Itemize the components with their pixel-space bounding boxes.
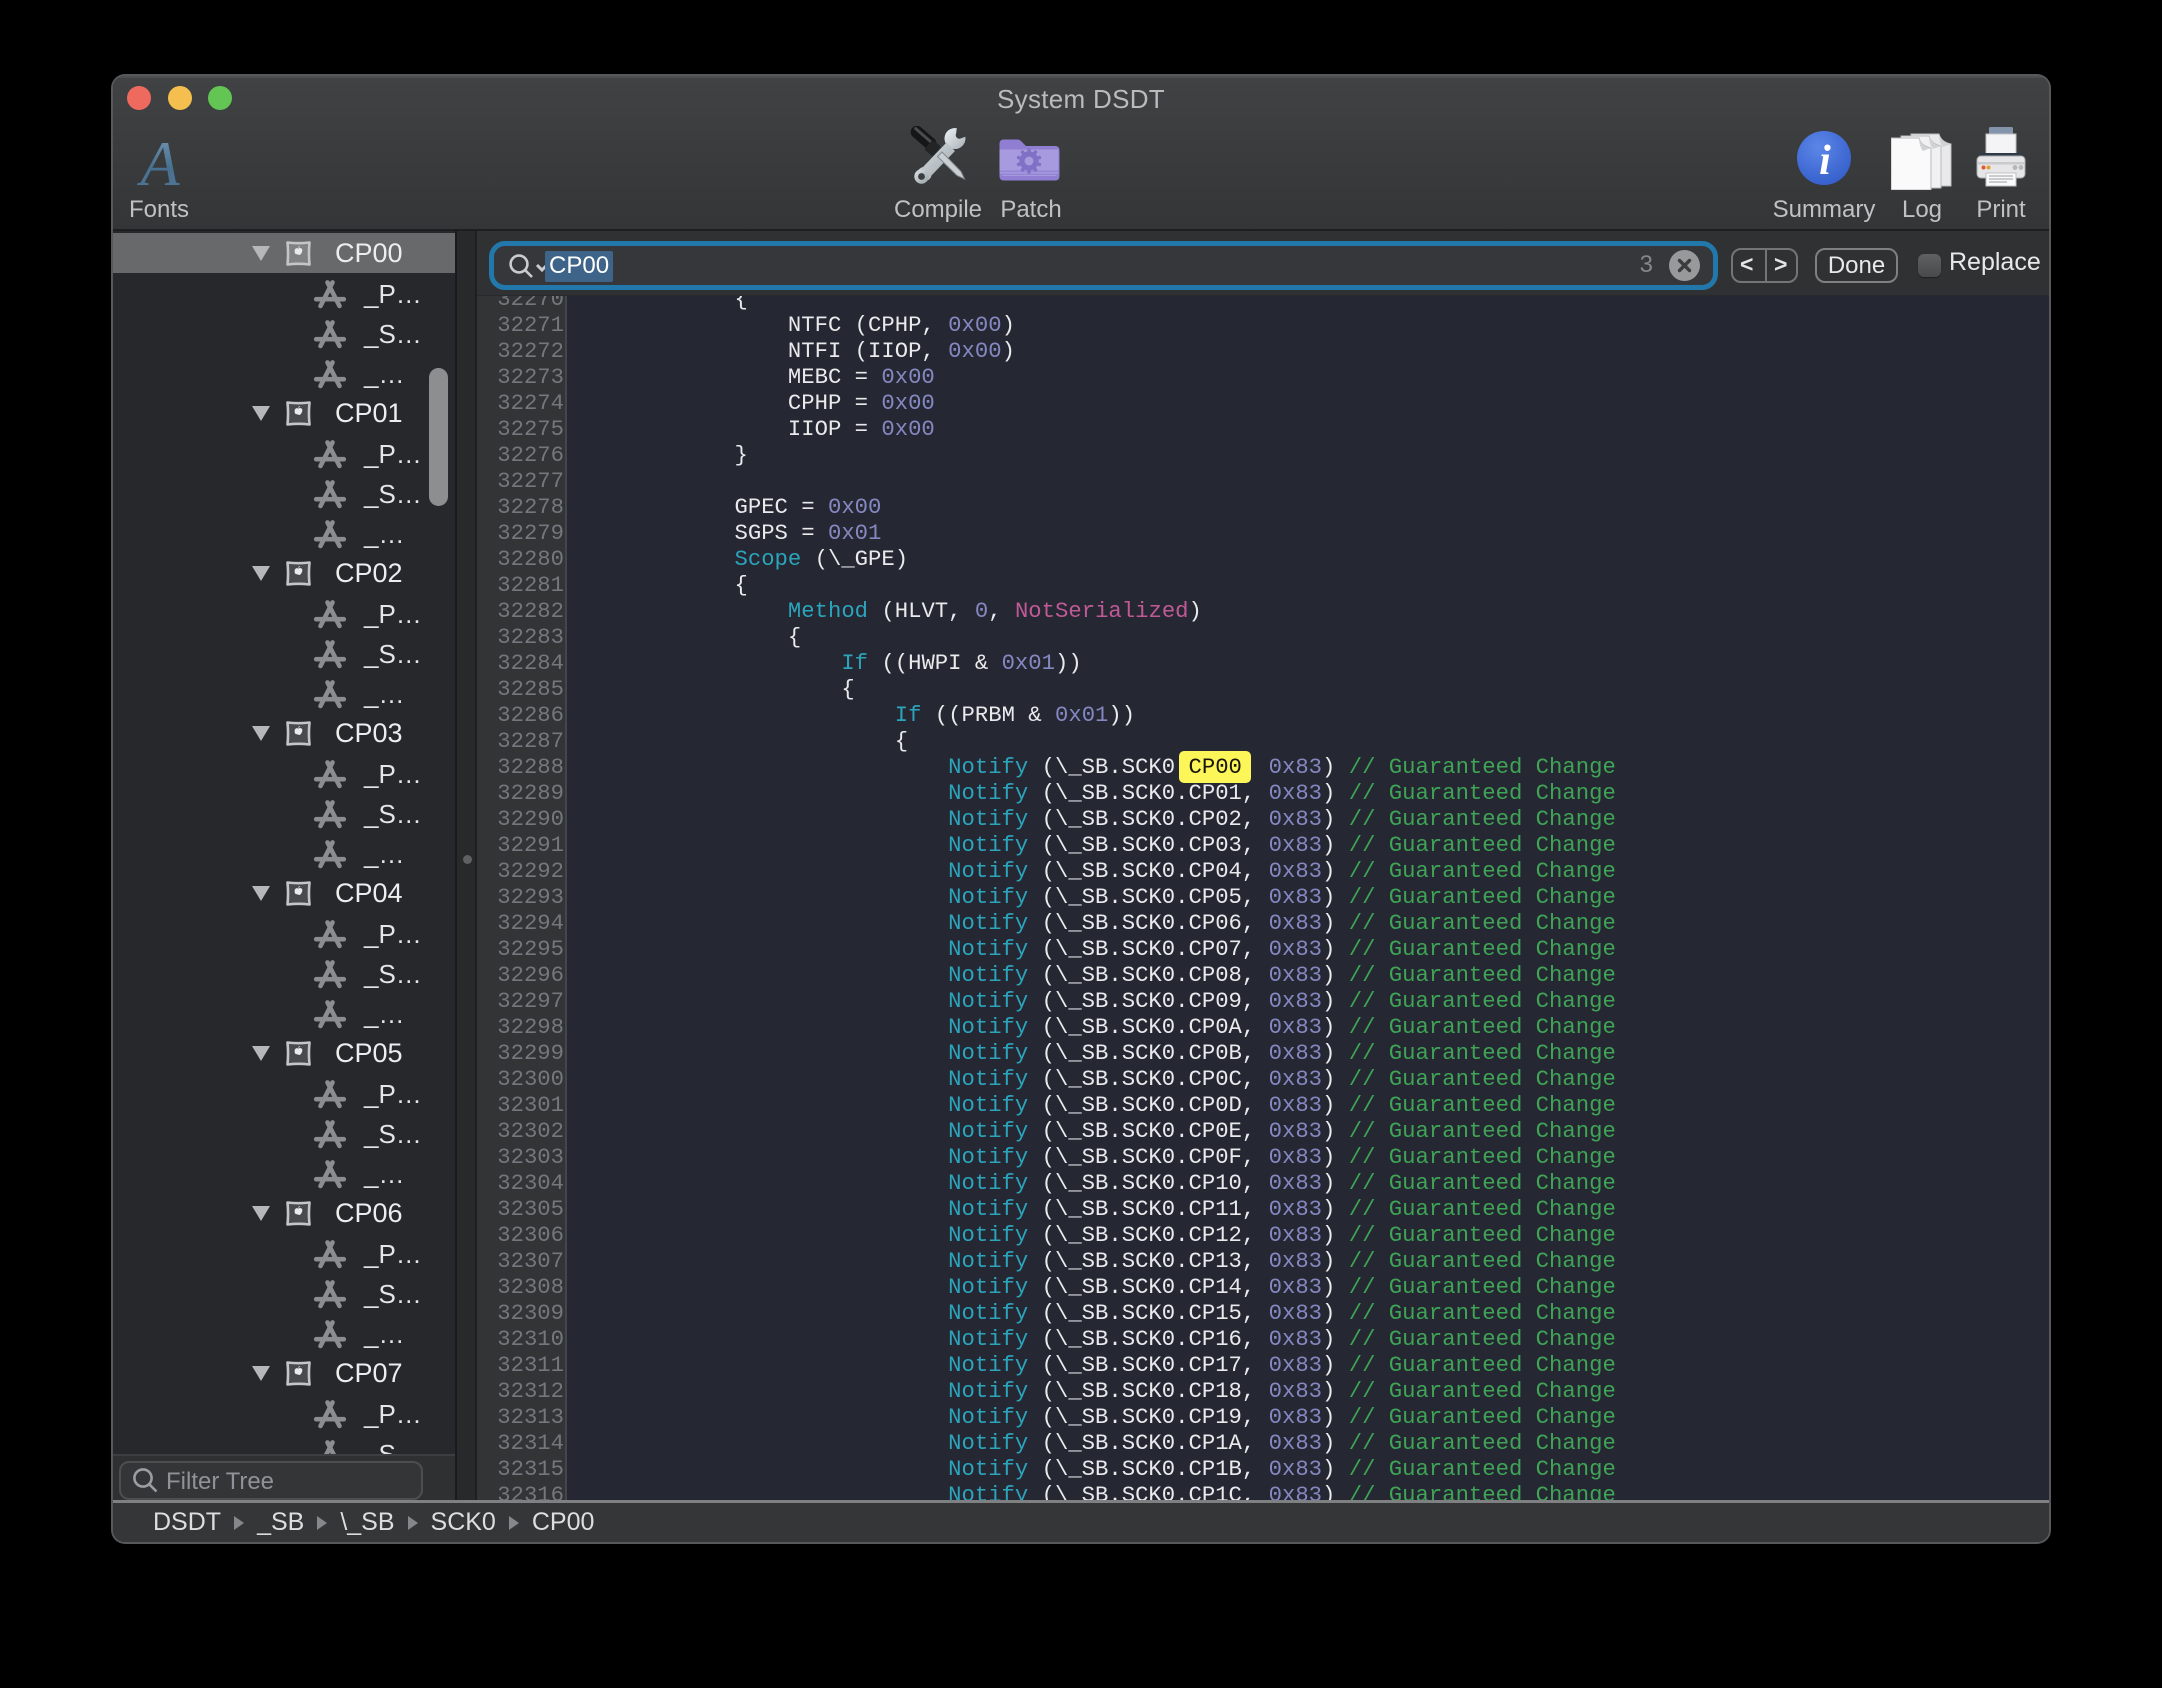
svg-text:A: A: [136, 138, 180, 190]
svg-text:i: i: [1819, 138, 1831, 184]
